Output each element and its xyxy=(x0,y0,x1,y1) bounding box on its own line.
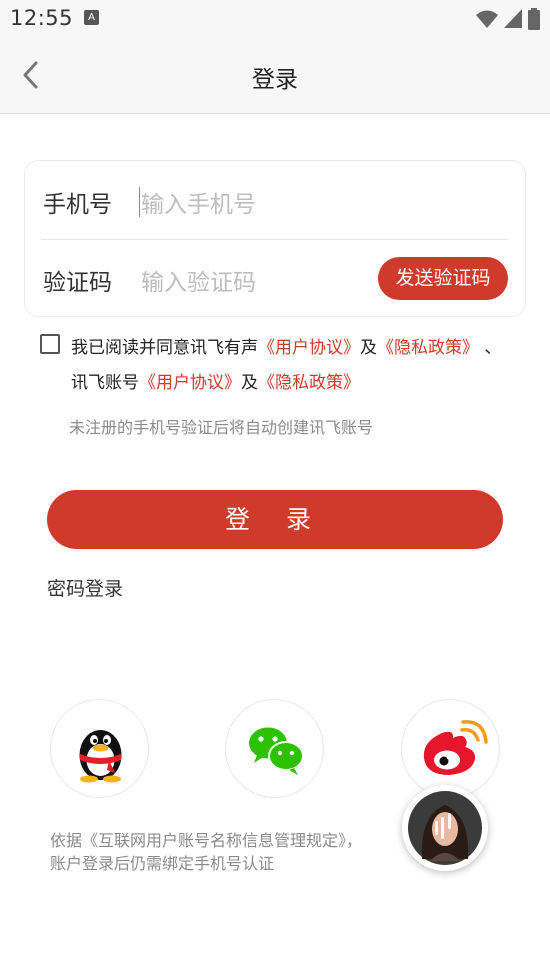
login-button[interactable]: 登 录 xyxy=(47,490,503,549)
agreement-separator: 、 xyxy=(479,338,502,358)
code-input[interactable]: 输入验证码 xyxy=(141,263,256,297)
qq-login-button[interactable] xyxy=(50,699,149,798)
code-label: 验证码 xyxy=(43,270,112,296)
weibo-login-button[interactable] xyxy=(401,699,500,798)
auto-register-hint: 未注册的手机号验证后将自动创建讯飞账号 xyxy=(69,418,374,437)
agreement-line-2: 讯飞账号《用户协议》及《隐私政策》 xyxy=(71,368,360,393)
login-form-card: 手机号 输入手机号 验证码 输入验证码 发送验证码 xyxy=(24,160,526,317)
agree-checkbox[interactable] xyxy=(40,334,60,354)
privacy-policy-link[interactable]: 《隐私政策》 xyxy=(377,338,479,358)
wechat-login-button[interactable] xyxy=(225,699,324,798)
send-code-button[interactable]: 发送验证码 xyxy=(378,257,508,300)
phone-input[interactable]: 输入手机号 xyxy=(141,185,256,219)
nav-bar: 登录 xyxy=(0,38,550,114)
wifi-icon xyxy=(476,10,498,28)
agreement-text: 我已阅读并同意讯飞有声 xyxy=(71,338,258,358)
signal-icon xyxy=(504,9,522,28)
agreement-and: 及 xyxy=(360,338,377,358)
voice-assistant-avatar[interactable] xyxy=(402,785,488,871)
qq-icon xyxy=(79,730,122,783)
notification-icon: A xyxy=(84,10,99,25)
user-agreement-link[interactable]: 《用户协议》 xyxy=(258,338,360,358)
iflytek-user-agreement-link[interactable]: 《用户协议》 xyxy=(139,373,241,393)
avatar-icon xyxy=(408,791,482,865)
status-icons xyxy=(476,8,540,30)
iflytek-privacy-policy-link[interactable]: 《隐私政策》 xyxy=(258,373,360,393)
agreement-text: 讯飞账号 xyxy=(71,373,139,393)
password-login-link[interactable]: 密码登录 xyxy=(47,574,123,601)
status-bar: 12:55 A xyxy=(0,0,550,38)
agreement-line-1: 我已阅读并同意讯飞有声《用户协议》及《隐私政策》 、 xyxy=(71,333,501,358)
phone-label: 手机号 xyxy=(43,192,112,218)
status-time: 12:55 xyxy=(10,6,74,30)
wechat-icon xyxy=(249,727,304,775)
battery-icon xyxy=(528,8,540,30)
text-caret xyxy=(139,187,140,217)
agreement-and: 及 xyxy=(241,373,258,393)
page-title: 登录 xyxy=(252,67,298,93)
card-divider xyxy=(41,239,509,240)
